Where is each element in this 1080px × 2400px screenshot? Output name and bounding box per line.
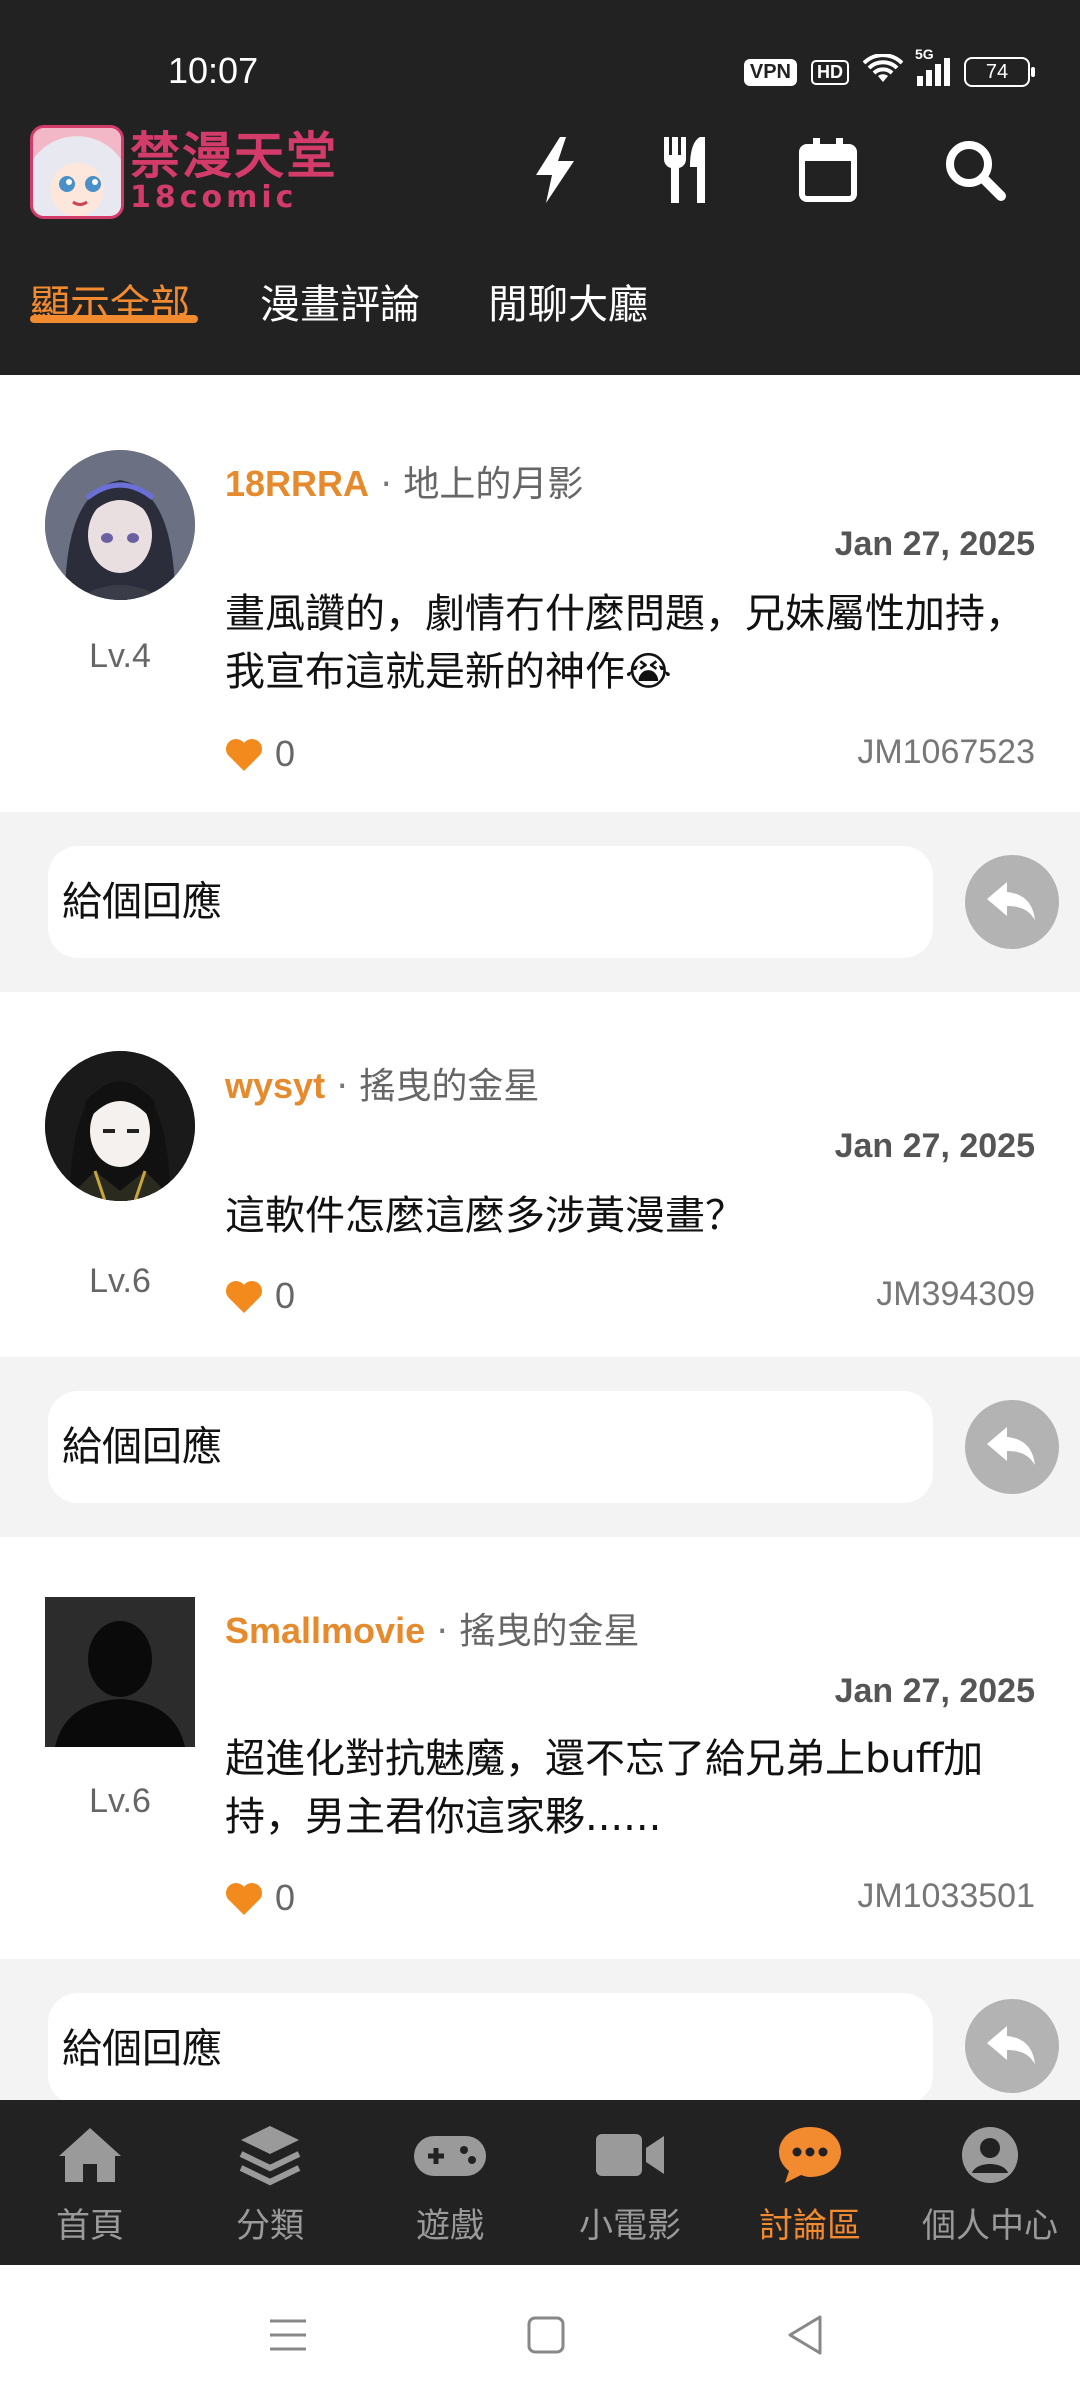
reply-arrow-icon xyxy=(987,882,1035,920)
reply-area: 給個回應 xyxy=(0,1959,1080,2105)
app-logo[interactable]: 禁漫天堂 18comic xyxy=(30,125,338,219)
like-control[interactable]: 0 xyxy=(225,1877,295,1919)
separator: · xyxy=(436,1611,448,1652)
lightning-icon[interactable] xyxy=(520,135,590,205)
username[interactable]: wysyt xyxy=(225,1065,325,1106)
tab-comic-reviews[interactable]: 漫畫評論 xyxy=(260,265,420,375)
user-icon xyxy=(960,2120,1020,2190)
username[interactable]: Smallmovie xyxy=(225,1610,425,1651)
user-avatar[interactable] xyxy=(45,1051,195,1201)
heart-icon xyxy=(226,1883,262,1915)
comic-title[interactable]: 搖曳的金星 xyxy=(459,1611,639,1652)
username[interactable]: 18RRRA xyxy=(225,463,369,504)
home-square-icon[interactable] xyxy=(516,2305,576,2365)
back-triangle-icon[interactable] xyxy=(775,2305,835,2365)
comic-id[interactable]: JM1033501 xyxy=(857,1877,1035,1916)
home-icon xyxy=(57,2120,123,2190)
comic-id[interactable]: JM394309 xyxy=(876,1275,1035,1314)
reply-arrow-icon xyxy=(987,1427,1035,1465)
reply-arrow-icon xyxy=(987,2026,1035,2064)
reply-input[interactable]: 給個回應 xyxy=(48,846,933,958)
nav-home-label: 首頁 xyxy=(56,2206,124,2246)
system-nav-bar xyxy=(0,2265,1080,2400)
hd-badge: HD xyxy=(811,59,849,85)
wifi-icon xyxy=(862,53,904,90)
video-icon xyxy=(594,2120,666,2190)
reply-area: 給個回應 xyxy=(0,812,1080,992)
battery-indicator: 74 xyxy=(964,57,1035,87)
comic-id[interactable]: JM1067523 xyxy=(857,733,1035,772)
status-bar: 10:07 VPN HD 5G 74 xyxy=(0,0,1080,115)
like-count: 0 xyxy=(275,1877,296,1918)
heart-icon xyxy=(226,1281,262,1313)
comment-date: Jan 27, 2025 xyxy=(834,1672,1035,1710)
nav-categories[interactable]: 分類 xyxy=(180,2100,360,2265)
tab-chat-hall[interactable]: 閒聊大廳 xyxy=(488,265,648,375)
user-level: Lv.6 xyxy=(89,1262,151,1300)
nav-profile-label: 個人中心 xyxy=(922,2206,1058,2246)
active-tab-indicator xyxy=(30,315,198,323)
comment-date: Jan 27, 2025 xyxy=(834,1127,1035,1165)
nav-forum-label: 討論區 xyxy=(759,2206,861,2246)
gamepad-icon xyxy=(412,2120,488,2190)
user-avatar[interactable] xyxy=(45,1597,195,1747)
reply-input[interactable]: 給個回應 xyxy=(48,1993,933,2105)
network-type: 5G xyxy=(915,46,934,62)
nav-home[interactable]: 首頁 xyxy=(0,2100,180,2265)
nav-profile[interactable]: 個人中心 xyxy=(900,2100,1080,2265)
reply-area: 給個回應 xyxy=(0,1357,1080,1537)
vpn-badge: VPN xyxy=(743,58,797,86)
bottom-nav: 首頁 分類 遊戲 小電影 討論區 個人中心 xyxy=(0,2100,1080,2265)
reply-button[interactable] xyxy=(965,1400,1059,1494)
comment-header: Smallmovie · 搖曳的金星 xyxy=(225,1602,639,1654)
like-control[interactable]: 0 xyxy=(225,733,295,775)
nav-videos-label: 小電影 xyxy=(579,2206,681,2246)
logo-text-cn: 禁漫天堂 xyxy=(130,127,338,185)
like-control[interactable]: 0 xyxy=(225,1275,295,1317)
reply-button[interactable] xyxy=(965,1999,1059,2093)
layers-icon xyxy=(239,2120,301,2190)
comment-header: 18RRRA · 地上的月影 xyxy=(225,455,583,507)
fork-knife-icon[interactable] xyxy=(653,135,723,205)
nav-categories-label: 分類 xyxy=(236,2206,304,2246)
comment-date: Jan 27, 2025 xyxy=(834,525,1035,563)
separator: · xyxy=(336,1066,348,1107)
default-avatar-icon xyxy=(45,1597,195,1747)
comment-item: Lv.4 18RRRA · 地上的月影 Jan 27, 2025 畫風讚的，劇情… xyxy=(0,375,1080,812)
logo-text-en: 18comic xyxy=(130,180,298,215)
signal-icon: 5G xyxy=(915,46,950,86)
nav-games-label: 遊戲 xyxy=(416,2206,484,2246)
like-count: 0 xyxy=(275,1275,296,1316)
search-icon[interactable] xyxy=(940,135,1010,205)
like-count: 0 xyxy=(275,733,296,774)
comic-title[interactable]: 搖曳的金星 xyxy=(359,1066,539,1107)
comment-item: Lv.6 Smallmovie · 搖曳的金星 Jan 27, 2025 超進化… xyxy=(0,1537,1080,1959)
comment-header: wysyt · 搖曳的金星 xyxy=(225,1057,539,1109)
user-avatar[interactable] xyxy=(45,450,195,600)
calendar-icon[interactable] xyxy=(793,135,863,205)
comment-text: 這軟件怎麼這麼多涉黃漫畫？ xyxy=(225,1193,745,1239)
nav-forum[interactable]: 討論區 xyxy=(720,2100,900,2265)
nav-games[interactable]: 遊戲 xyxy=(360,2100,540,2265)
nav-videos[interactable]: 小電影 xyxy=(540,2100,720,2265)
user-level: Lv.6 xyxy=(89,1782,151,1820)
chat-icon xyxy=(777,2120,843,2190)
separator: · xyxy=(380,464,392,505)
heart-icon xyxy=(226,739,262,771)
app-header: 禁漫天堂 18comic 顯示全部 漫畫評論 閒聊大廳 xyxy=(0,115,1080,375)
user-level: Lv.4 xyxy=(89,637,151,675)
logo-mascot-icon xyxy=(30,125,124,219)
comic-title[interactable]: 地上的月影 xyxy=(403,464,583,505)
menu-icon[interactable] xyxy=(258,2305,318,2365)
reply-button[interactable] xyxy=(965,855,1059,949)
comment-text: 畫風讚的，劇情冇什麼問題，兄妹屬性加持，我宣布這就是新的神作😭 xyxy=(225,591,1025,695)
status-icons: VPN HD 5G 74 xyxy=(743,46,1035,90)
reply-input[interactable]: 給個回應 xyxy=(48,1391,933,1503)
status-time: 10:07 xyxy=(168,50,259,91)
comment-item: Lv.6 wysyt · 搖曳的金星 Jan 27, 2025 這軟件怎麼這麼多… xyxy=(0,992,1080,1357)
comment-text: 超進化對抗魅魔，還不忘了給兄弟上buff加持，男主君你這家夥...... xyxy=(225,1736,984,1840)
